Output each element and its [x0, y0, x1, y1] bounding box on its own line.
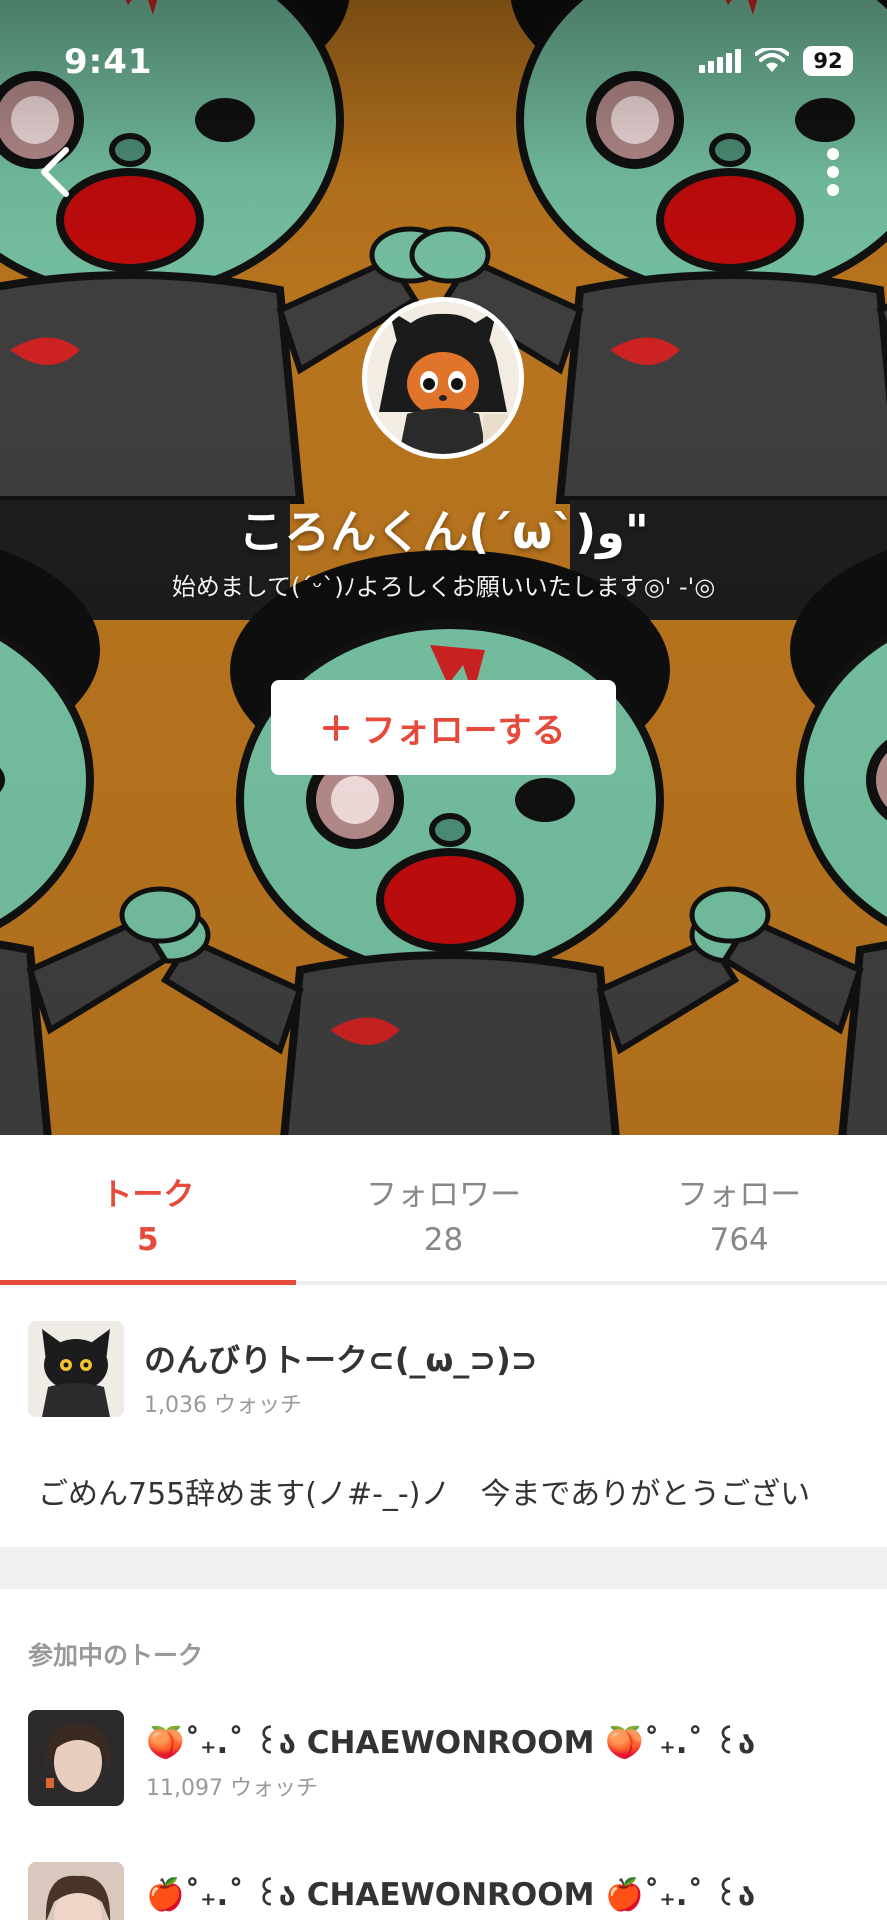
tab-count: 28 — [423, 1222, 464, 1258]
joined-talk-title: 🍑˚₊.˚ ꒰ა CHAEWONROOM 🍑˚₊.˚ ꒰ა — [146, 1725, 756, 1761]
talk-title: のんびりトーク⊂(_ω_⊃)⊃ — [144, 1341, 538, 1379]
more-vertical-icon — [827, 148, 839, 196]
section-divider — [0, 1547, 887, 1589]
plus-icon — [322, 714, 349, 741]
photo-thumbnail — [28, 1862, 124, 1920]
tab-label: トーク — [101, 1177, 195, 1213]
talk-latest-message: ごめん755辞めます(ノ#-_-)ノ 今までありがとうござい — [38, 1477, 811, 1512]
joined-talk-item[interactable]: 🍑˚₊.˚ ꒰ა CHAEWONROOM 🍑˚₊.˚ ꒰ა 11,097 ウォッ… — [0, 1710, 887, 1840]
black-cat-image — [28, 1321, 124, 1417]
joined-talk-item[interactable]: 🍎˚₊.˚ ꒰ა CHAEWONROOM 🍎˚₊.˚ ꒰ა — [0, 1862, 887, 1920]
tab-talk[interactable]: トーク 5 — [0, 1135, 296, 1285]
status-indicators: 92 — [699, 46, 853, 76]
tab-followers[interactable]: フォロワー 28 — [296, 1135, 592, 1281]
chevron-left-icon — [41, 147, 69, 197]
joined-talks-header: 参加中のトーク — [28, 1641, 204, 1670]
joined-talk-thumbnail — [28, 1710, 124, 1806]
status-bar: 9:41 92 — [0, 0, 887, 120]
profile-header: 9:41 92 ころんくん(ˊωˋ)و" 始めまして(ˊᵕˋ)ﾉよろしくお願いい… — [0, 0, 887, 1135]
status-time: 9:41 — [64, 42, 153, 82]
talk-card[interactable]: のんびりトーク⊂(_ω_⊃)⊃ 1,036 ウォッチ ごめん755辞めます(ノ#… — [0, 1289, 887, 1547]
tab-count: 5 — [137, 1222, 159, 1258]
talk-thumbnail — [28, 1321, 124, 1417]
back-button[interactable] — [22, 140, 86, 204]
follow-button-label: フォローする — [361, 711, 566, 751]
battery-icon: 92 — [803, 46, 853, 76]
joined-talk-watch-count: 11,097 ウォッチ — [146, 1776, 318, 1801]
joined-talk-thumbnail — [28, 1862, 124, 1920]
tab-label: フォロワー — [366, 1177, 521, 1213]
fox-character-image — [367, 302, 519, 454]
profile-tabs: トーク 5 フォロワー 28 フォロー 764 — [0, 1135, 887, 1285]
tab-count: 764 — [709, 1222, 769, 1258]
follow-button[interactable]: フォローする — [271, 680, 616, 775]
wifi-icon — [755, 48, 789, 72]
tab-label: フォロー — [677, 1177, 802, 1213]
tab-following[interactable]: フォロー 764 — [591, 1135, 887, 1281]
more-options-button[interactable] — [801, 140, 865, 204]
profile-bio: 始めまして(ˊᵕˋ)ﾉよろしくお願いいたします◎' -'◎ — [171, 573, 716, 601]
profile-avatar[interactable] — [362, 297, 524, 459]
photo-thumbnail — [28, 1710, 124, 1806]
signal-icon — [699, 49, 741, 73]
talk-watch-count: 1,036 ウォッチ — [144, 1393, 302, 1418]
profile-name: ころんくん(ˊωˋ)و" — [238, 505, 649, 559]
joined-talk-title: 🍎˚₊.˚ ꒰ა CHAEWONROOM 🍎˚₊.˚ ꒰ა — [146, 1877, 756, 1913]
